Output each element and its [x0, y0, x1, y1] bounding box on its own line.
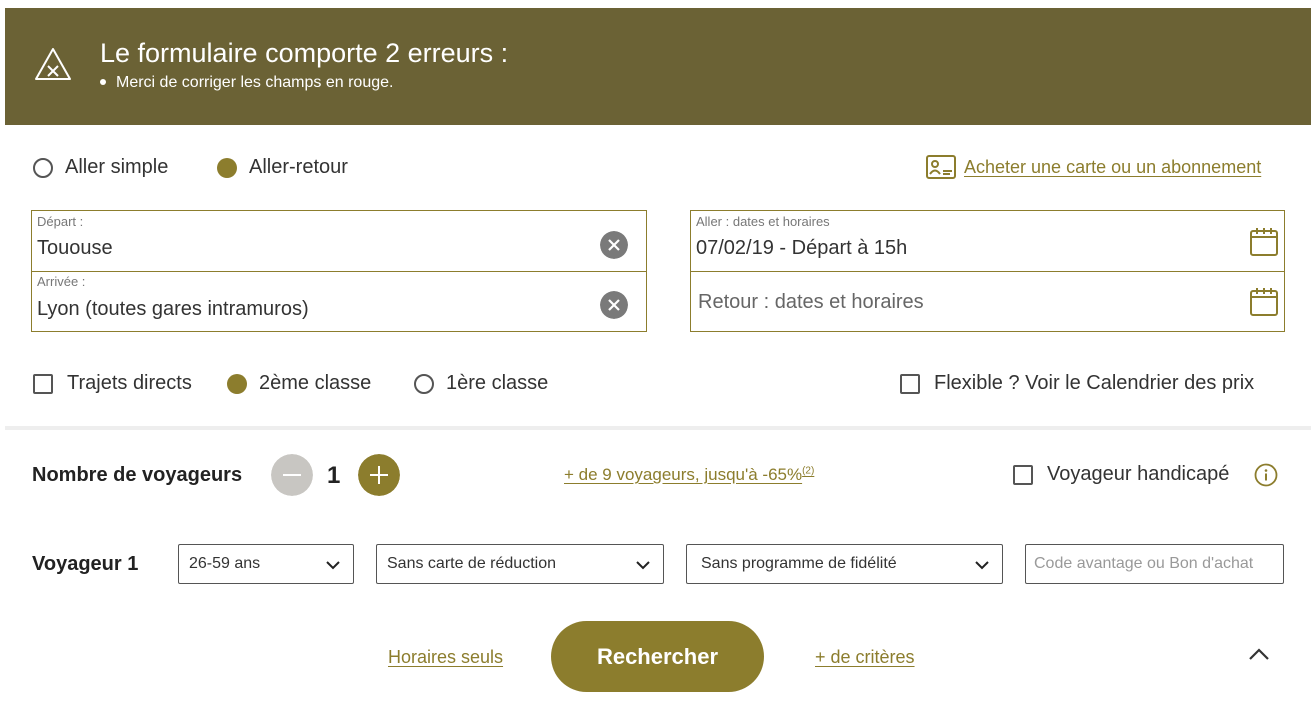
- buy-card-link-label: Acheter une carte ou un abonnement: [964, 156, 1262, 177]
- arrival-field[interactable]: Arrivée : Lyon (toutes gares intramuros): [32, 271, 646, 331]
- loyalty-program-select[interactable]: Sans programme de fidélité: [686, 544, 1003, 584]
- arrival-label: Arrivée :: [37, 274, 86, 289]
- radio-second-class-label: 2ème classe: [259, 372, 372, 394]
- error-message: Merci de corriger les champs en rouge.: [100, 74, 393, 92]
- flexible-checkbox[interactable]: Flexible ? Voir le Calendrier des prix: [900, 372, 1254, 395]
- handicap-label: Voyageur handicapé: [1047, 463, 1230, 485]
- chevron-down-icon: [636, 561, 650, 570]
- arrival-value: Lyon (toutes gares intramuros): [37, 298, 309, 320]
- group-travel-link-label: + de 9 voyageurs, jusqu'à -65%: [564, 465, 803, 484]
- reduction-card-select[interactable]: Sans carte de réduction: [376, 544, 664, 584]
- direct-trips-box: [33, 373, 53, 394]
- schedules-only-link[interactable]: Horaires seuls: [388, 647, 503, 668]
- traveler-1-label: Voyageur 1: [32, 553, 139, 575]
- error-title: Le formulaire comporte 2 erreurs :: [100, 38, 509, 68]
- radio-one-way-label: Aller simple: [65, 156, 169, 178]
- radio-first-class-label: 1ère classe: [446, 372, 549, 394]
- clear-departure-icon[interactable]: [600, 231, 628, 259]
- radio-second-class-circle: [227, 373, 247, 394]
- travelers-count-label: Nombre de voyageurs: [32, 464, 243, 486]
- id-card-icon: [926, 155, 956, 179]
- buy-card-link[interactable]: Acheter une carte ou un abonnement: [926, 155, 1261, 179]
- age-select[interactable]: 26-59 ans: [178, 544, 354, 584]
- warning-triangle-icon: [35, 48, 71, 80]
- calendar-icon: [1250, 288, 1278, 316]
- chevron-up-icon[interactable]: [1248, 647, 1270, 661]
- decrease-travelers-button[interactable]: [271, 454, 313, 496]
- flexible-label: Flexible ? Voir le Calendrier des prix: [934, 372, 1255, 394]
- radio-second-class[interactable]: 2ème classe: [227, 372, 371, 395]
- departure-value: Tououse: [37, 237, 113, 259]
- return-placeholder: Retour : dates et horaires: [698, 291, 924, 313]
- clear-arrival-icon[interactable]: [600, 291, 628, 319]
- outbound-value: 07/02/19 - Départ à 15h: [696, 237, 908, 259]
- radio-round-trip-label: Aller-retour: [249, 156, 348, 178]
- calendar-icon: [1250, 228, 1278, 256]
- search-button[interactable]: Rechercher: [551, 621, 764, 692]
- flexible-box: [900, 373, 920, 394]
- increase-travelers-button[interactable]: [358, 454, 400, 496]
- section-divider: [5, 426, 1311, 430]
- radio-one-way[interactable]: Aller simple: [33, 156, 168, 179]
- outbound-date-field[interactable]: Aller : dates et horaires 07/02/19 - Dép…: [691, 211, 1284, 271]
- loyalty-program-value: Sans programme de fidélité: [701, 555, 897, 572]
- return-date-field[interactable]: Retour : dates et horaires: [691, 271, 1284, 331]
- chevron-down-icon: [975, 561, 989, 570]
- group-travel-link[interactable]: + de 9 voyageurs, jusqu'à -65%(2): [564, 465, 814, 485]
- group-travel-footnote: (2): [802, 465, 815, 477]
- radio-first-class[interactable]: 1ère classe: [414, 372, 548, 395]
- handicap-box: [1013, 464, 1033, 485]
- info-icon[interactable]: [1254, 463, 1278, 487]
- radio-round-trip[interactable]: Aller-retour: [217, 156, 348, 179]
- promo-code-input[interactable]: [1025, 544, 1284, 584]
- travelers-count: 1: [327, 462, 341, 489]
- chevron-down-icon: [326, 561, 340, 570]
- radio-one-way-circle: [33, 157, 53, 178]
- departure-label: Départ :: [37, 214, 84, 229]
- outbound-label: Aller : dates et horaires: [696, 214, 830, 229]
- radio-round-trip-circle: [217, 157, 237, 178]
- direct-trips-label: Trajets directs: [67, 372, 192, 394]
- more-criteria-link[interactable]: + de critères: [815, 647, 915, 668]
- handicap-checkbox[interactable]: Voyageur handicapé: [1013, 463, 1229, 486]
- age-select-value: 26-59 ans: [189, 555, 261, 572]
- radio-first-class-circle: [414, 373, 434, 394]
- direct-trips-checkbox[interactable]: Trajets directs: [33, 372, 192, 395]
- reduction-card-value: Sans carte de réduction: [387, 555, 556, 572]
- departure-field[interactable]: Départ : Tououse: [32, 211, 646, 271]
